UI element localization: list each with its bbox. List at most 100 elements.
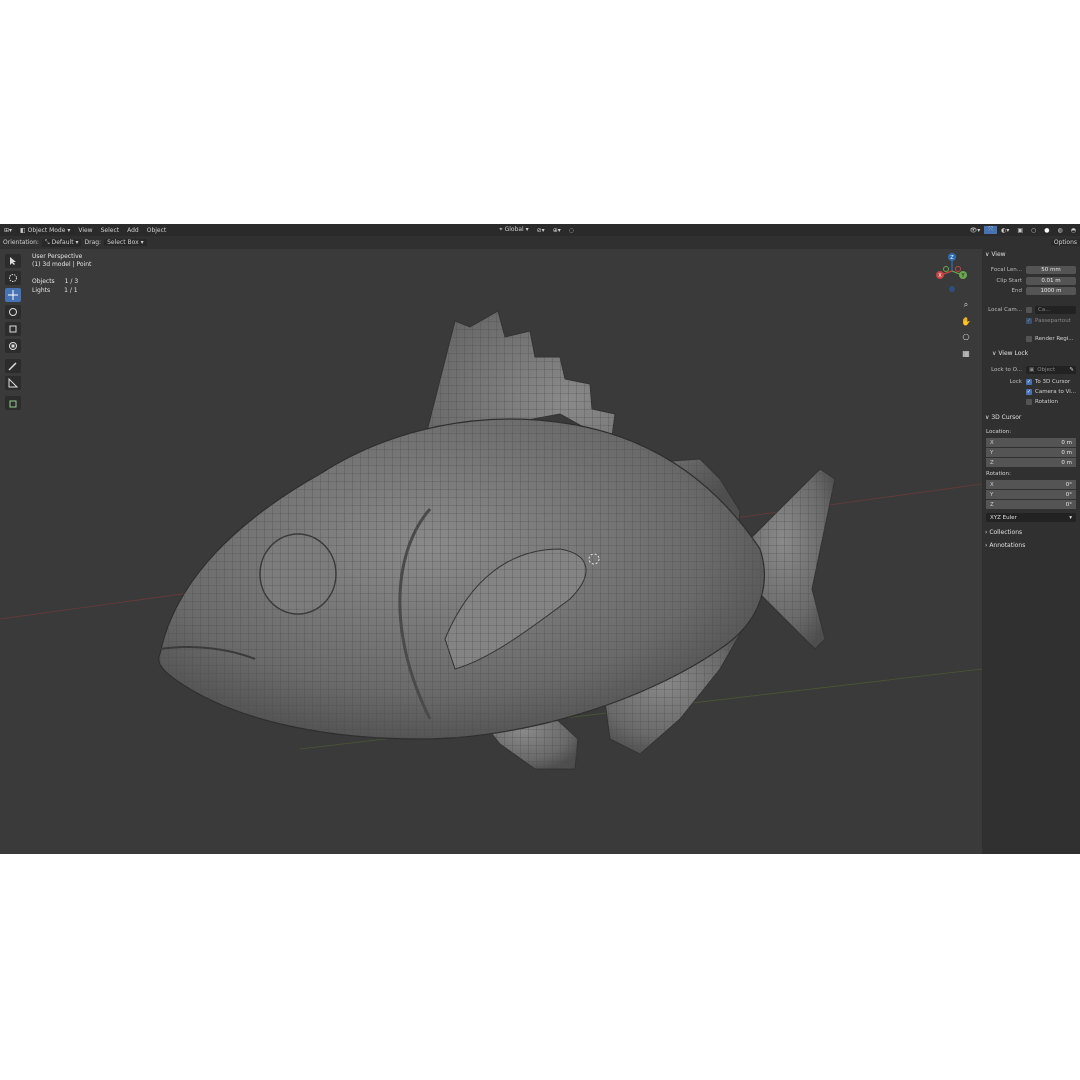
location-y-axis: Y xyxy=(990,449,994,456)
rotate-tool[interactable] xyxy=(5,305,21,319)
zoom-icon[interactable]: ⌕ xyxy=(959,298,973,312)
scale-tool[interactable] xyxy=(5,322,21,336)
render-region-checkbox[interactable] xyxy=(1026,335,1032,342)
pivot-icon[interactable]: ⊘▾ xyxy=(533,227,549,234)
location-z-axis: Z xyxy=(990,459,994,466)
cube-add-icon xyxy=(9,400,17,408)
passepartout-checkbox[interactable]: ✓ xyxy=(1026,317,1032,324)
focal-length-field[interactable]: 50 mm xyxy=(1026,265,1076,274)
orientation-label: Orientation: xyxy=(3,239,39,246)
overlay-toggle-icon[interactable]: ◐▾ xyxy=(997,227,1013,234)
transform-tool[interactable] xyxy=(5,339,21,353)
toolbar-left xyxy=(5,254,21,413)
3d-cursor-label: 3D Cursor xyxy=(991,414,1022,421)
location-x-axis: X xyxy=(990,439,994,446)
move-icon xyxy=(8,290,18,300)
shading-solid-icon[interactable]: ● xyxy=(1040,227,1053,234)
lock-to-object-field[interactable]: ▣ Object ✎ xyxy=(1026,365,1076,374)
3d-cursor-header[interactable]: ∨ 3D Cursor xyxy=(985,414,1021,421)
local-camera-value: Ca... xyxy=(1038,306,1051,313)
annotations-header[interactable]: › Annotations xyxy=(985,542,1025,549)
local-camera-field[interactable]: Ca... xyxy=(1035,305,1076,314)
gizmo-x-label: X xyxy=(938,273,942,279)
gizmo-neg-x[interactable] xyxy=(955,266,961,272)
shading-rendered-icon[interactable]: ◓ xyxy=(1067,227,1080,234)
stat-objects: Objects 1 / 3 xyxy=(32,277,85,286)
camera-to-view-checkbox[interactable]: ✓ xyxy=(1025,388,1032,395)
to-3d-cursor-checkbox[interactable]: ✓ xyxy=(1026,378,1032,385)
orientation-dropdown[interactable]: ⤡ Default ▾ xyxy=(41,238,82,247)
mode-dropdown[interactable]: ◧ Object Mode ▾ xyxy=(16,226,75,234)
rotation-y-value: 0° xyxy=(1065,491,1072,498)
local-camera-checkbox[interactable] xyxy=(1026,306,1032,313)
transform-orientation-label: Global xyxy=(504,226,524,233)
visibility-icon[interactable]: 👁▾ xyxy=(966,227,985,234)
menu-object[interactable]: Object xyxy=(143,227,171,234)
xray-icon[interactable]: ▣ xyxy=(1013,227,1027,234)
navigation-buttons: ⌕ ✋ ⎔ ▦ xyxy=(959,298,973,362)
camera-to-view-row: ✓ Camera to Vi... xyxy=(986,387,1076,396)
gizmo-z-label: Z xyxy=(950,255,954,261)
lock-to-object-row: Lock to O... ▣ Object ✎ xyxy=(986,365,1076,374)
shading-material-icon[interactable]: ◍ xyxy=(1054,227,1067,234)
collections-header[interactable]: › Collections xyxy=(985,529,1022,536)
transform-icon xyxy=(9,342,17,350)
cursor-location-y[interactable]: Y 0 m xyxy=(986,448,1076,457)
rotate-icon xyxy=(9,308,17,316)
stat-lights-value: 1 / 1 xyxy=(64,287,78,294)
stat-objects-label: Objects xyxy=(32,278,55,285)
eyedropper-icon[interactable]: ✎ xyxy=(1069,367,1074,373)
lock-to-object-label: Lock to O... xyxy=(991,366,1022,373)
cursor-location-x[interactable]: X 0 m xyxy=(986,438,1076,447)
clip-end-label: End xyxy=(1011,287,1022,294)
local-camera-label: Local Cam... xyxy=(988,306,1022,313)
gizmo-toggle-icon[interactable]: ⤧ xyxy=(984,226,998,234)
camera-view-icon[interactable]: ⎔ xyxy=(959,330,973,344)
lock-label: Lock xyxy=(1009,378,1022,385)
add-cube-tool[interactable] xyxy=(5,396,21,410)
pan-hand-icon[interactable]: ✋ xyxy=(959,314,973,328)
measure-tool[interactable] xyxy=(5,376,21,390)
cursor-icon xyxy=(10,257,16,265)
stat-objects-value: 1 / 3 xyxy=(64,278,79,285)
drag-dropdown[interactable]: Select Box ▾ xyxy=(104,239,147,246)
lock-to-object-placeholder: Object xyxy=(1037,366,1056,373)
cursor-rotation-y[interactable]: Y 0° xyxy=(986,490,1076,499)
mode-label: Object Mode xyxy=(27,226,66,234)
cursor-rotation-z[interactable]: Z 0° xyxy=(986,500,1076,509)
location-label: Location: xyxy=(986,429,1012,435)
rotation-header: Rotation: xyxy=(986,471,1011,477)
view-section-header[interactable]: ∨ View xyxy=(985,251,1006,258)
menu-select[interactable]: Select xyxy=(97,227,124,234)
collection-info: (1) 3d model | Point xyxy=(32,261,92,268)
clip-start-field[interactable]: 0.01 m xyxy=(1026,276,1076,285)
options-button[interactable]: Options xyxy=(1050,239,1080,246)
scene-stats: Objects 1 / 3 Lights 1 / 1 xyxy=(32,277,85,295)
transform-orientation-dropdown[interactable]: ⌖ Global ▾ xyxy=(495,226,532,234)
lock-rotation-checkbox[interactable] xyxy=(1026,398,1032,405)
rotation-mode-dropdown[interactable]: XYZ Euler ▾ xyxy=(986,513,1076,522)
annotate-tool[interactable] xyxy=(5,359,21,373)
passepartout-row: ✓ Passepartout xyxy=(986,316,1076,325)
perspective-grid-icon[interactable]: ▦ xyxy=(959,346,973,360)
view-lock-header[interactable]: ∨ View Lock xyxy=(992,350,1028,357)
editor-type-icon[interactable]: ⊞▾ xyxy=(0,227,16,234)
gizmo-neg-z[interactable] xyxy=(949,286,955,292)
menu-add[interactable]: Add xyxy=(123,227,143,234)
cursor-tool[interactable] xyxy=(5,271,21,285)
move-tool[interactable] xyxy=(5,288,21,302)
navigation-gizmo[interactable]: Z Y X xyxy=(932,251,972,296)
menu-view[interactable]: View xyxy=(74,227,96,234)
clip-end-field[interactable]: 1000 m xyxy=(1026,286,1076,295)
cursor-rotation-x[interactable]: X 0° xyxy=(986,480,1076,489)
lock-rotation-label: Rotation xyxy=(1035,398,1059,405)
snap-icon[interactable]: ⊕▾ xyxy=(549,227,565,234)
3d-viewport[interactable]: User Perspective (1) 3d model | Point Ob… xyxy=(0,249,982,854)
select-box-tool[interactable] xyxy=(5,254,21,268)
shading-wireframe-icon[interactable]: ○ xyxy=(1027,227,1040,234)
gizmo-neg-y[interactable] xyxy=(943,266,949,272)
cursor-location-z[interactable]: Z 0 m xyxy=(986,458,1076,467)
lock-to-cursor-row: Lock ✓ To 3D Cursor xyxy=(986,377,1076,386)
viewport-info: User Perspective (1) 3d model | Point xyxy=(32,253,91,269)
proportional-edit-icon[interactable]: ◌ xyxy=(565,227,578,234)
